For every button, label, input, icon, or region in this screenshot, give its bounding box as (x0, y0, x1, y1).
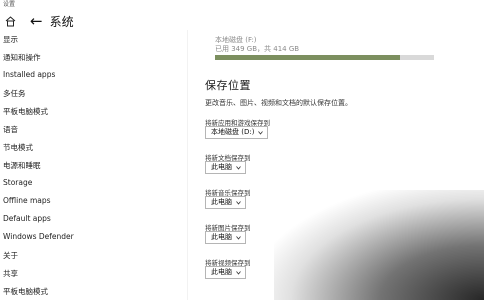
sidebar-item-tablet-mode[interactable]: 平板电脑模式 (3, 106, 48, 117)
drive-usage: 已用 349 GB，共 414 GB (215, 45, 300, 53)
chevron-down-icon (236, 200, 241, 205)
apps-location-select[interactable]: 本地磁盘 (D:) (205, 126, 269, 139)
sidebar-item-tablet-mode-2[interactable]: 平板电脑模式 (3, 286, 48, 297)
sidebar-item-storage[interactable]: Storage (3, 178, 32, 187)
sidebar-item-installed-apps[interactable]: Installed apps (3, 70, 55, 79)
sidebar-item-default-apps[interactable]: Default apps (3, 214, 51, 223)
page-title: 系统 (49, 14, 74, 29)
sidebar-item-speech[interactable]: 语音 (3, 124, 18, 135)
sidebar-item-about[interactable]: 关于 (3, 250, 18, 261)
usage-bar (215, 55, 434, 60)
usage-bar-fill (215, 55, 400, 60)
sidebar-item-offline-maps[interactable]: Offline maps (3, 196, 51, 205)
music-location-select[interactable]: 此电脑 (205, 196, 246, 209)
music-location-value: 此电脑 (211, 198, 232, 206)
documents-location-value: 此电脑 (211, 163, 232, 171)
chevron-down-icon (236, 165, 241, 170)
chevron-down-icon (236, 235, 241, 240)
chevron-down-icon (258, 130, 264, 135)
pictures-location-select[interactable]: 此电脑 (205, 231, 246, 244)
sidebar-item-power-sleep[interactable]: 电源和睡眠 (3, 160, 41, 171)
chevron-down-icon (236, 270, 241, 275)
apps-location-value: 本地磁盘 (D:) (211, 128, 255, 136)
documents-location-select[interactable]: 此电脑 (205, 161, 246, 174)
sidebar-item-sharing[interactable]: 共享 (3, 268, 18, 279)
main-content: 本地磁盘 (F:) 已用 349 GB，共 414 GB 保存位置 更改音乐、图… (205, 30, 484, 300)
window-title: 设置 (3, 1, 16, 8)
pictures-location-value: 此电脑 (211, 233, 232, 241)
section-title: 保存位置 (205, 79, 251, 92)
header: ← 系统 (0, 10, 484, 32)
sidebar-item-battery-saver[interactable]: 节电模式 (3, 142, 33, 153)
sidebar: 显示 通知和操作 Installed apps 多任务 平板电脑模式 语音 节电… (0, 30, 186, 300)
back-arrow-icon[interactable]: ← (30, 13, 43, 29)
sidebar-item-multitasking[interactable]: 多任务 (3, 88, 26, 99)
sidebar-item-windows-defender[interactable]: Windows Defender (3, 232, 74, 241)
sidebar-item-notifications[interactable]: 通知和操作 (3, 52, 41, 63)
videos-location-value: 此电脑 (211, 268, 232, 276)
sidebar-item-display[interactable]: 显示 (3, 34, 18, 45)
divider (187, 30, 188, 300)
home-icon[interactable] (4, 15, 16, 27)
videos-location-select[interactable]: 此电脑 (205, 266, 246, 279)
section-description: 更改音乐、图片、视频和文档的默认保存位置。 (205, 99, 352, 107)
